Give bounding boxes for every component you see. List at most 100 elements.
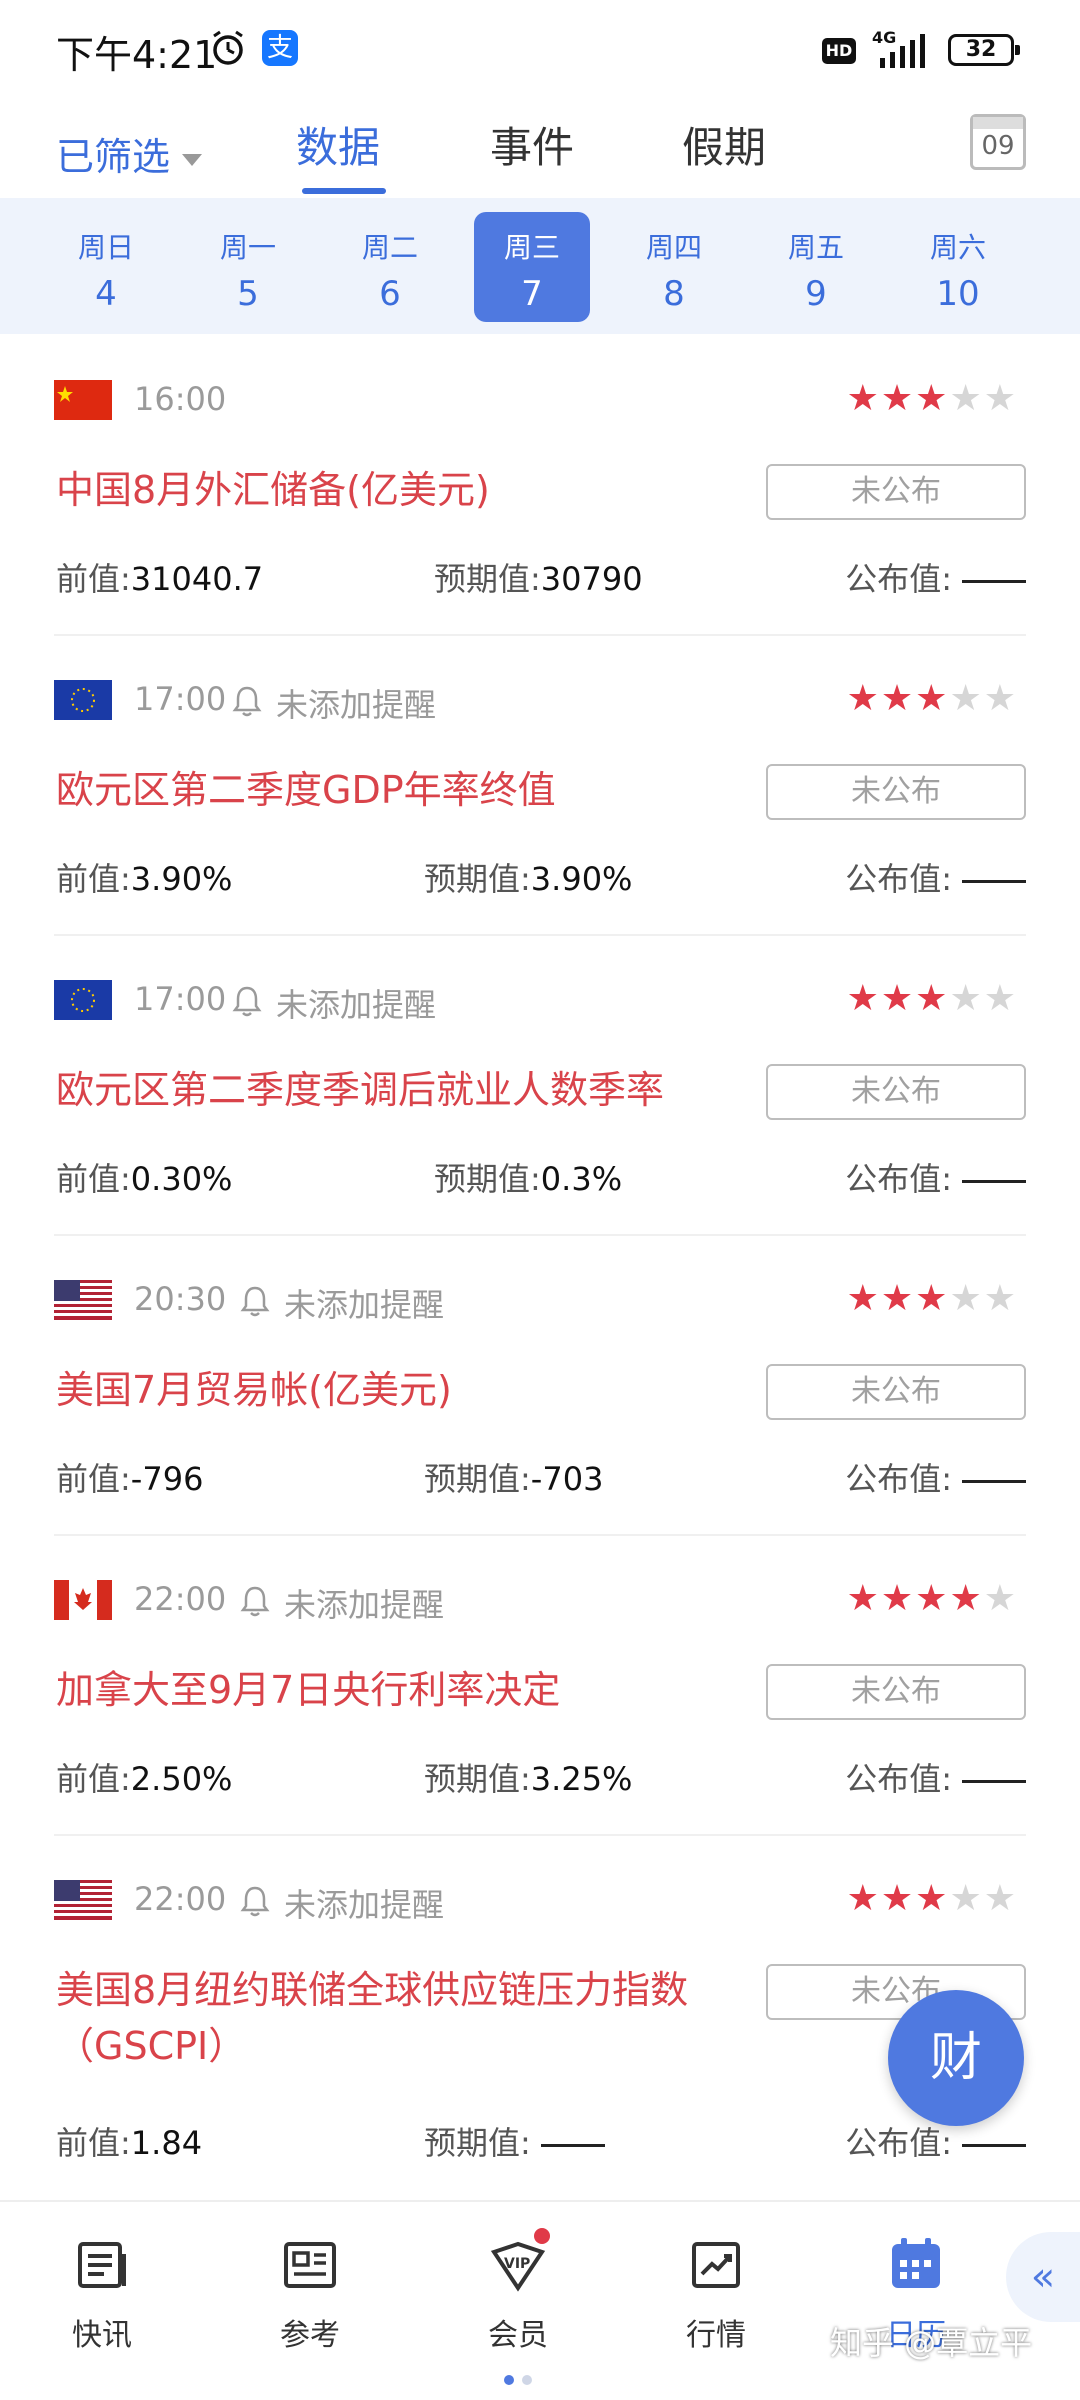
- alarm-clock-icon: [213, 30, 243, 65]
- actual-label: 公布值:: [845, 2124, 952, 2162]
- canada-flag-icon: [54, 1580, 112, 1620]
- day-wednesday-selected[interactable]: 周三 7: [474, 212, 590, 322]
- actual-value-placeholder: [962, 1179, 1026, 1183]
- previous-label: 前值:: [56, 560, 131, 598]
- page-dot: [522, 2375, 532, 2385]
- actual-value-placeholder: [962, 879, 1026, 883]
- previous-label: 前值:: [56, 860, 131, 898]
- nav-reference[interactable]: 参考: [230, 2232, 390, 2354]
- previous-value: 3.90%: [130, 860, 233, 898]
- actual-value-placeholder: [962, 2143, 1026, 2147]
- filter-dropdown[interactable]: 已筛选: [56, 126, 203, 181]
- importance-stars: ★★★★★: [846, 678, 1018, 719]
- network-type: 4G: [872, 28, 897, 47]
- nav-label: 会员: [488, 2318, 548, 2353]
- forecast-label: 预期值:: [434, 1160, 541, 1198]
- date-number: 9: [805, 274, 827, 314]
- forecast-value: 3.90%: [530, 860, 633, 898]
- reminder-label[interactable]: 未添加提醒: [284, 1580, 444, 1626]
- svg-text:VIP: VIP: [504, 2256, 530, 2272]
- tab-data[interactable]: 数据: [296, 114, 380, 175]
- forecast-label: 预期值:: [424, 2124, 531, 2162]
- actual-label: 公布值:: [845, 1760, 952, 1798]
- eu-flag-icon: [54, 680, 112, 720]
- event-time: 22:00: [134, 1880, 227, 1918]
- event-time: 17:00: [134, 980, 227, 1018]
- notification-dot: [534, 2228, 550, 2244]
- tab-events[interactable]: 事件: [490, 114, 574, 175]
- bottom-navigation: 快讯 参考 VIP 会员 行情 日历: [0, 2200, 1080, 2400]
- reminder-label[interactable]: 未添加提醒: [284, 1880, 444, 1926]
- day-thursday[interactable]: 周四 8: [616, 212, 732, 322]
- bell-icon[interactable]: [238, 1884, 272, 1918]
- importance-stars: ★★★★★: [846, 978, 1018, 1019]
- actual-label: 公布值:: [845, 1460, 952, 1498]
- previous-value: 1.84: [130, 2124, 203, 2162]
- us-flag-icon: [54, 1880, 112, 1920]
- forecast-label: 预期值:: [424, 1460, 531, 1498]
- bell-icon[interactable]: [230, 984, 264, 1018]
- actual-value-placeholder: [962, 579, 1026, 583]
- bell-icon[interactable]: [238, 1584, 272, 1618]
- event-time: 20:30: [134, 1280, 227, 1318]
- calendar-picker-button[interactable]: 09: [970, 114, 1026, 170]
- weekday-label: 周一: [219, 231, 276, 264]
- event-item[interactable]: 22:00 未添加提醒 ★★★★★ 加拿大至9月7日央行利率决定 未公布 前值:…: [54, 1536, 1026, 1836]
- previous-label: 前值:: [56, 1460, 131, 1498]
- event-item[interactable]: 22:00 未添加提醒 ★★★★★ 美国8月纽约联储全球供应链压力指数（GSCP…: [54, 1836, 1026, 2196]
- nav-news-flash[interactable]: 快讯: [22, 2232, 182, 2354]
- date-number: 8: [663, 274, 685, 314]
- reference-icon: [284, 2242, 336, 2288]
- bell-icon[interactable]: [238, 1284, 272, 1318]
- forecast-label: 预期值:: [424, 1760, 531, 1798]
- event-item[interactable]: 16:00 ★★★★★ 中国8月外汇储备(亿美元) 未公布 前值:31040.7…: [54, 336, 1026, 636]
- calendar-icon: [973, 117, 1023, 129]
- status-time: 下午4:21: [56, 33, 218, 77]
- status-bar: 下午4:21 支 HD 4G 32: [0, 0, 1080, 96]
- day-friday[interactable]: 周五 9: [758, 212, 874, 322]
- event-title: 欧元区第二季度GDP年率终值: [56, 768, 556, 812]
- previous-value: 0.30%: [130, 1160, 233, 1198]
- importance-stars: ★★★★★: [846, 1278, 1018, 1319]
- battery-icon: 32: [948, 34, 1020, 66]
- day-saturday[interactable]: 周六 10: [900, 212, 1016, 322]
- eu-flag-icon: [54, 980, 112, 1020]
- forecast-label: 预期值:: [424, 860, 531, 898]
- weekday-label: 周五: [787, 231, 844, 264]
- tab-holidays[interactable]: 假期: [682, 114, 766, 175]
- event-item[interactable]: 20:30 未添加提醒 ★★★★★ 美国7月贸易帐(亿美元) 未公布 前值:-7…: [54, 1236, 1026, 1536]
- active-tab-indicator: [302, 188, 386, 194]
- event-item[interactable]: 17:00 未添加提醒 ★★★★★ 欧元区第二季度GDP年率终值 未公布 前值:…: [54, 636, 1026, 936]
- calendar-icon: [892, 2238, 940, 2288]
- event-time: 16:00: [134, 380, 227, 418]
- previous-label: 前值:: [56, 1760, 131, 1798]
- finance-fab-button[interactable]: 财: [888, 1990, 1024, 2126]
- week-strip: 周日 4 周一 5 周二 6 周三 7 周四 8 周五 9 周六 10: [0, 198, 1080, 334]
- day-tuesday[interactable]: 周二 6: [332, 212, 448, 322]
- release-status-badge: 未公布: [766, 1664, 1026, 1720]
- weekday-label: 周日: [77, 231, 134, 264]
- date-number: 6: [379, 274, 401, 314]
- nav-market[interactable]: 行情: [636, 2232, 796, 2354]
- bell-icon[interactable]: [230, 684, 264, 718]
- actual-value-placeholder: [962, 1479, 1026, 1483]
- forecast-value: -703: [530, 1460, 604, 1498]
- weekday-label: 周三: [503, 231, 560, 264]
- nav-membership[interactable]: VIP 会员: [438, 2228, 598, 2354]
- previous-label: 前值:: [56, 2124, 131, 2162]
- reminder-label[interactable]: 未添加提醒: [276, 980, 436, 1026]
- nav-label: 行情: [686, 2318, 746, 2353]
- nav-label: 快讯: [72, 2318, 132, 2353]
- weekday-label: 周二: [361, 231, 418, 264]
- watermark: 知乎 @覃立平: [830, 2324, 1033, 2362]
- reminder-label[interactable]: 未添加提醒: [276, 680, 436, 726]
- forecast-value: 0.3%: [540, 1160, 623, 1198]
- day-sunday[interactable]: 周日 4: [48, 212, 164, 322]
- event-item[interactable]: 17:00 未添加提醒 ★★★★★ 欧元区第二季度季调后就业人数季率 未公布 前…: [54, 936, 1026, 1236]
- calendar-day-number: 09: [981, 131, 1015, 161]
- reminder-label[interactable]: 未添加提醒: [284, 1280, 444, 1326]
- release-status-badge: 未公布: [766, 764, 1026, 820]
- filter-label: 已筛选: [56, 135, 171, 179]
- chevron-down-icon: [182, 153, 203, 166]
- day-monday[interactable]: 周一 5: [190, 212, 306, 322]
